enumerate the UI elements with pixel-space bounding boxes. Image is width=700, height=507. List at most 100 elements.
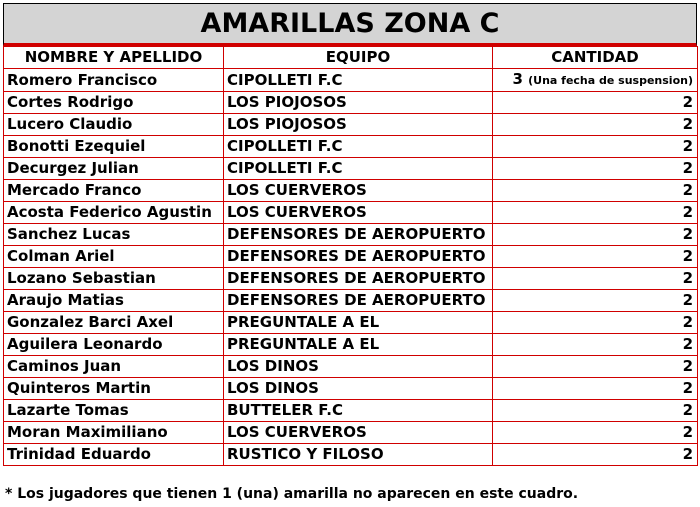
player-name-cell: Lozano Sebastian xyxy=(3,267,224,290)
player-name-cell: Lazarte Tomas xyxy=(3,399,224,422)
quantity-value: 3 xyxy=(512,70,523,88)
player-name-cell: Gonzalez Barci Axel xyxy=(3,311,224,334)
team-cell: LOS CUERVEROS xyxy=(223,179,493,202)
player-name-cell: Lucero Claudio xyxy=(3,113,224,136)
table-row: Mercado Franco LOS CUERVEROS 2 xyxy=(3,179,698,202)
quantity-cell: 2 xyxy=(492,223,698,246)
team-cell: CIPOLLETI F.C xyxy=(223,68,493,92)
team-cell: BUTTELER F.C xyxy=(223,399,493,422)
table-row: Cortes Rodrigo LOS PIOJOSOS 2 xyxy=(3,91,698,114)
table-row: Romero Francisco CIPOLLETI F.C 3 (Una fech… xyxy=(3,68,698,92)
footnote: * Los jugadores que tienen 1 (una) amari… xyxy=(5,486,579,502)
player-name-cell: Aguilera Leonardo xyxy=(3,333,224,356)
table-row: Araujo Matias DEFENSORES DE AEROPUERTO 2 xyxy=(3,289,698,312)
team-cell: DEFENSORES DE AEROPUERTO xyxy=(223,289,493,312)
team-cell: DEFENSORES DE AEROPUERTO xyxy=(223,245,493,268)
quantity-cell: 2 xyxy=(492,179,698,202)
player-name-cell: Bonotti Ezequiel xyxy=(3,135,224,158)
quantity-value: 2 xyxy=(682,203,693,221)
quantity-value: 2 xyxy=(682,159,693,177)
player-name-cell: Caminos Juan xyxy=(3,355,224,378)
team-cell: LOS PIOJOSOS xyxy=(223,91,493,114)
player-name-cell: Moran Maximiliano xyxy=(3,421,224,444)
player-name-cell: Acosta Federico Agustin xyxy=(3,201,224,224)
header-team: EQUIPO xyxy=(223,46,493,69)
team-cell: LOS PIOJOSOS xyxy=(223,113,493,136)
quantity-cell: 2 xyxy=(492,355,698,378)
quantity-value: 2 xyxy=(682,93,693,111)
player-name-cell: Trinidad Eduardo xyxy=(3,443,224,466)
player-name-cell: Araujo Matias xyxy=(3,289,224,312)
quantity-cell: 3 (Una fecha de suspension) xyxy=(492,68,698,92)
quantity-cell: 2 xyxy=(492,135,698,158)
table-row: Gonzalez Barci Axel PREGUNTALE A EL 2 xyxy=(3,311,698,334)
quantity-value: 2 xyxy=(682,423,693,441)
quantity-cell: 2 xyxy=(492,91,698,114)
quantity-cell: 2 xyxy=(492,157,698,180)
table-row: Quinteros Martin LOS DINOS 2 xyxy=(3,377,698,400)
team-cell: LOS CUERVEROS xyxy=(223,201,493,224)
team-cell: DEFENSORES DE AEROPUERTO xyxy=(223,223,493,246)
quantity-value: 2 xyxy=(682,313,693,331)
table-body: Romero Francisco CIPOLLETI F.C 3 (Una fech… xyxy=(3,68,698,466)
player-name-cell: Colman Ariel xyxy=(3,245,224,268)
table-row: Trinidad Eduardo RUSTICO Y FILOSO 2 xyxy=(3,443,698,466)
quantity-value: 2 xyxy=(682,357,693,375)
table-row: Moran Maximiliano LOS CUERVEROS 2 xyxy=(3,421,698,444)
team-cell: CIPOLLETI F.C xyxy=(223,157,493,180)
quantity-cell: 2 xyxy=(492,113,698,136)
table-row: Sanchez Lucas DEFENSORES DE AEROPUERTO 2 xyxy=(3,223,698,246)
quantity-value: 2 xyxy=(682,247,693,265)
quantity-value: 2 xyxy=(682,225,693,243)
team-cell: RUSTICO Y FILOSO xyxy=(223,443,493,466)
quantity-cell: 2 xyxy=(492,443,698,466)
header-name: NOMBRE Y APELLIDO xyxy=(3,46,224,69)
team-cell: PREGUNTALE A EL xyxy=(223,333,493,356)
quantity-cell: 2 xyxy=(492,421,698,444)
page-title: AMARILLAS ZONA C xyxy=(3,3,697,46)
quantity-value: 2 xyxy=(682,335,693,353)
player-name-cell: Mercado Franco xyxy=(3,179,224,202)
quantity-cell: 2 xyxy=(492,333,698,356)
quantity-cell: 2 xyxy=(492,201,698,224)
quantity-value: 2 xyxy=(682,115,693,133)
quantity-cell: 2 xyxy=(492,289,698,312)
team-cell: LOS DINOS xyxy=(223,377,493,400)
quantity-cell: 2 xyxy=(492,311,698,334)
team-cell: LOS DINOS xyxy=(223,355,493,378)
player-name-cell: Quinteros Martin xyxy=(3,377,224,400)
suspension-note: (Una fecha de suspension) xyxy=(528,74,693,87)
quantity-value: 2 xyxy=(682,445,693,463)
quantity-value: 2 xyxy=(682,401,693,419)
quantity-value: 2 xyxy=(682,269,693,287)
team-cell: PREGUNTALE A EL xyxy=(223,311,493,334)
table-row: Colman Ariel DEFENSORES DE AEROPUERTO 2 xyxy=(3,245,698,268)
table-header-row: NOMBRE Y APELLIDO EQUIPO CANTIDAD xyxy=(3,46,698,69)
player-name-cell: Cortes Rodrigo xyxy=(3,91,224,114)
header-quantity: CANTIDAD xyxy=(492,46,698,69)
yellow-cards-sheet: AMARILLAS ZONA C NOMBRE Y APELLIDO EQUIP… xyxy=(3,3,698,466)
yellow-cards-table: NOMBRE Y APELLIDO EQUIPO CANTIDAD Romero… xyxy=(3,46,698,466)
table-row: Lazarte Tomas BUTTELER F.C 2 xyxy=(3,399,698,422)
table-row: Lucero Claudio LOS PIOJOSOS 2 xyxy=(3,113,698,136)
table-row: Lozano Sebastian DEFENSORES DE AEROPUERTO… xyxy=(3,267,698,290)
quantity-value: 2 xyxy=(682,137,693,155)
player-name-cell: Romero Francisco xyxy=(3,68,224,92)
player-name-cell: Sanchez Lucas xyxy=(3,223,224,246)
quantity-cell: 2 xyxy=(492,399,698,422)
quantity-cell: 2 xyxy=(492,267,698,290)
table-row: Bonotti Ezequiel CIPOLLETI F.C 2 xyxy=(3,135,698,158)
team-cell: LOS CUERVEROS xyxy=(223,421,493,444)
quantity-value: 2 xyxy=(682,181,693,199)
quantity-cell: 2 xyxy=(492,245,698,268)
team-cell: DEFENSORES DE AEROPUERTO xyxy=(223,267,493,290)
player-name-cell: Decurgez Julian xyxy=(3,157,224,180)
quantity-cell: 2 xyxy=(492,377,698,400)
table-row: Caminos Juan LOS DINOS 2 xyxy=(3,355,698,378)
table-row: Aguilera Leonardo PREGUNTALE A EL 2 xyxy=(3,333,698,356)
team-cell: CIPOLLETI F.C xyxy=(223,135,493,158)
quantity-value: 2 xyxy=(682,379,693,397)
quantity-value: 2 xyxy=(682,291,693,309)
table-row: Acosta Federico Agustin LOS CUERVEROS 2 xyxy=(3,201,698,224)
table-row: Decurgez Julian CIPOLLETI F.C 2 xyxy=(3,157,698,180)
